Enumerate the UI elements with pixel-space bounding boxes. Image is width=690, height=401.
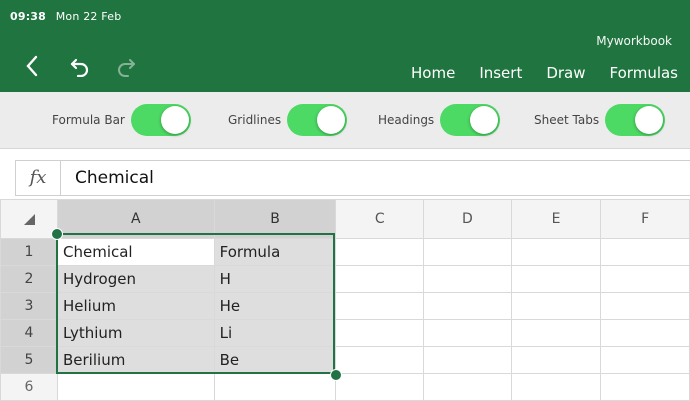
back-button[interactable] xyxy=(18,52,46,80)
column-header-b[interactable]: B xyxy=(213,199,337,239)
option-sheet-tabs: Sheet Tabs xyxy=(534,104,666,136)
table-row: 1 Chemical Formula xyxy=(0,238,690,266)
cell-c6[interactable] xyxy=(335,373,425,401)
view-options-bar: Formula Bar Gridlines Headings Sheet Tab… xyxy=(0,92,690,149)
table-row: 4 Lythium Li xyxy=(0,319,690,347)
cell-e3[interactable] xyxy=(510,292,602,320)
status-bar: 09:38 Mon 22 Feb xyxy=(10,10,121,23)
column-header-d[interactable]: D xyxy=(423,199,512,239)
cell-f1[interactable] xyxy=(600,238,690,266)
redo-button[interactable] xyxy=(112,52,140,80)
cell-a3[interactable]: Helium xyxy=(57,292,215,320)
row-header-3[interactable]: 3 xyxy=(0,292,58,320)
ribbon-tabs: Home Insert Draw Formulas xyxy=(399,62,690,84)
table-row: 6 xyxy=(0,373,690,401)
column-header-row: A B C D E F xyxy=(0,199,690,239)
option-headings: Headings xyxy=(378,104,501,136)
cell-a5[interactable]: Berilium xyxy=(57,346,215,374)
formula-input[interactable]: Chemical xyxy=(61,168,154,188)
toggle-knob xyxy=(470,106,499,134)
status-date: Mon 22 Feb xyxy=(55,10,122,23)
cell-c4[interactable] xyxy=(335,319,425,347)
formula-bar: fx Chemical xyxy=(15,160,690,196)
option-gridlines: Gridlines xyxy=(228,104,348,136)
cell-e6[interactable] xyxy=(510,373,602,401)
cell-f6[interactable] xyxy=(600,373,690,401)
undo-button[interactable] xyxy=(66,52,94,80)
cell-e1[interactable] xyxy=(510,238,602,266)
tab-insert[interactable]: Insert xyxy=(467,62,534,84)
table-row: 5 Berilium Be xyxy=(0,346,690,374)
formula-bar-toggle[interactable] xyxy=(130,104,191,136)
cell-e5[interactable] xyxy=(510,346,602,374)
select-all-icon xyxy=(24,214,35,225)
cell-a1[interactable]: Chemical xyxy=(57,238,215,266)
cell-b3[interactable]: He xyxy=(213,292,337,320)
headings-toggle[interactable] xyxy=(440,104,501,136)
row-header-5[interactable]: 5 xyxy=(0,346,58,374)
cell-d5[interactable] xyxy=(423,346,512,374)
cell-c3[interactable] xyxy=(335,292,425,320)
toggle-knob xyxy=(635,106,664,134)
table-row: 3 Helium He xyxy=(0,292,690,320)
workbook-title: Myworkbook xyxy=(596,34,672,48)
tab-draw[interactable]: Draw xyxy=(534,62,597,84)
option-label: Formula Bar xyxy=(52,113,125,127)
cell-b4[interactable]: Li xyxy=(213,319,337,347)
row-header-4[interactable]: 4 xyxy=(0,319,58,347)
gridlines-toggle[interactable] xyxy=(287,104,348,136)
option-formula-bar: Formula Bar xyxy=(52,104,191,136)
sheet-tabs-toggle[interactable] xyxy=(605,104,666,136)
chevron-left-icon xyxy=(26,55,38,77)
cell-f2[interactable] xyxy=(600,265,690,293)
cell-c1[interactable] xyxy=(335,238,425,266)
cell-a6[interactable] xyxy=(57,373,215,401)
cell-a4[interactable]: Lythium xyxy=(57,319,215,347)
toggle-knob xyxy=(160,106,189,134)
cell-e4[interactable] xyxy=(510,319,602,347)
select-all-corner[interactable] xyxy=(0,199,58,239)
redo-icon xyxy=(118,59,135,77)
column-header-e[interactable]: E xyxy=(510,199,602,239)
cell-d1[interactable] xyxy=(423,238,512,266)
column-header-c[interactable]: C xyxy=(335,199,425,239)
cell-f3[interactable] xyxy=(600,292,690,320)
selection-handle-top-left[interactable] xyxy=(51,228,63,240)
row-header-6[interactable]: 6 xyxy=(0,373,58,401)
cell-d4[interactable] xyxy=(423,319,512,347)
cell-d2[interactable] xyxy=(423,265,512,293)
cell-f4[interactable] xyxy=(600,319,690,347)
option-label: Sheet Tabs xyxy=(534,113,600,127)
cell-b6[interactable] xyxy=(213,373,337,401)
cell-c5[interactable] xyxy=(335,346,425,374)
option-label: Gridlines xyxy=(228,113,282,127)
cell-d6[interactable] xyxy=(423,373,512,401)
cell-e2[interactable] xyxy=(510,265,602,293)
option-label: Headings xyxy=(378,113,435,127)
row-header-1[interactable]: 1 xyxy=(0,238,58,266)
spreadsheet-grid: A B C D E F 1 Chemical Formula 2 Hydroge… xyxy=(0,199,690,401)
cell-b5[interactable]: Be xyxy=(213,346,337,374)
column-header-f[interactable]: F xyxy=(600,199,690,239)
tab-formulas[interactable]: Formulas xyxy=(598,62,690,84)
fx-icon[interactable]: fx xyxy=(16,161,61,195)
cell-f5[interactable] xyxy=(600,346,690,374)
cell-c2[interactable] xyxy=(335,265,425,293)
cell-a2[interactable]: Hydrogen xyxy=(57,265,215,293)
cell-d3[interactable] xyxy=(423,292,512,320)
row-header-2[interactable]: 2 xyxy=(0,265,58,293)
undo-icon xyxy=(70,58,89,77)
tab-home[interactable]: Home xyxy=(399,62,467,84)
selection-handle-bottom-right[interactable] xyxy=(330,369,342,381)
table-row: 2 Hydrogen H xyxy=(0,265,690,293)
cell-b1[interactable]: Formula xyxy=(213,238,337,266)
cell-b2[interactable]: H xyxy=(213,265,337,293)
app-header: 09:38 Mon 22 Feb Myworkbook Home Insert … xyxy=(0,0,690,92)
toggle-knob xyxy=(317,106,346,134)
status-time: 09:38 xyxy=(10,10,47,23)
column-header-a[interactable]: A xyxy=(57,199,215,239)
